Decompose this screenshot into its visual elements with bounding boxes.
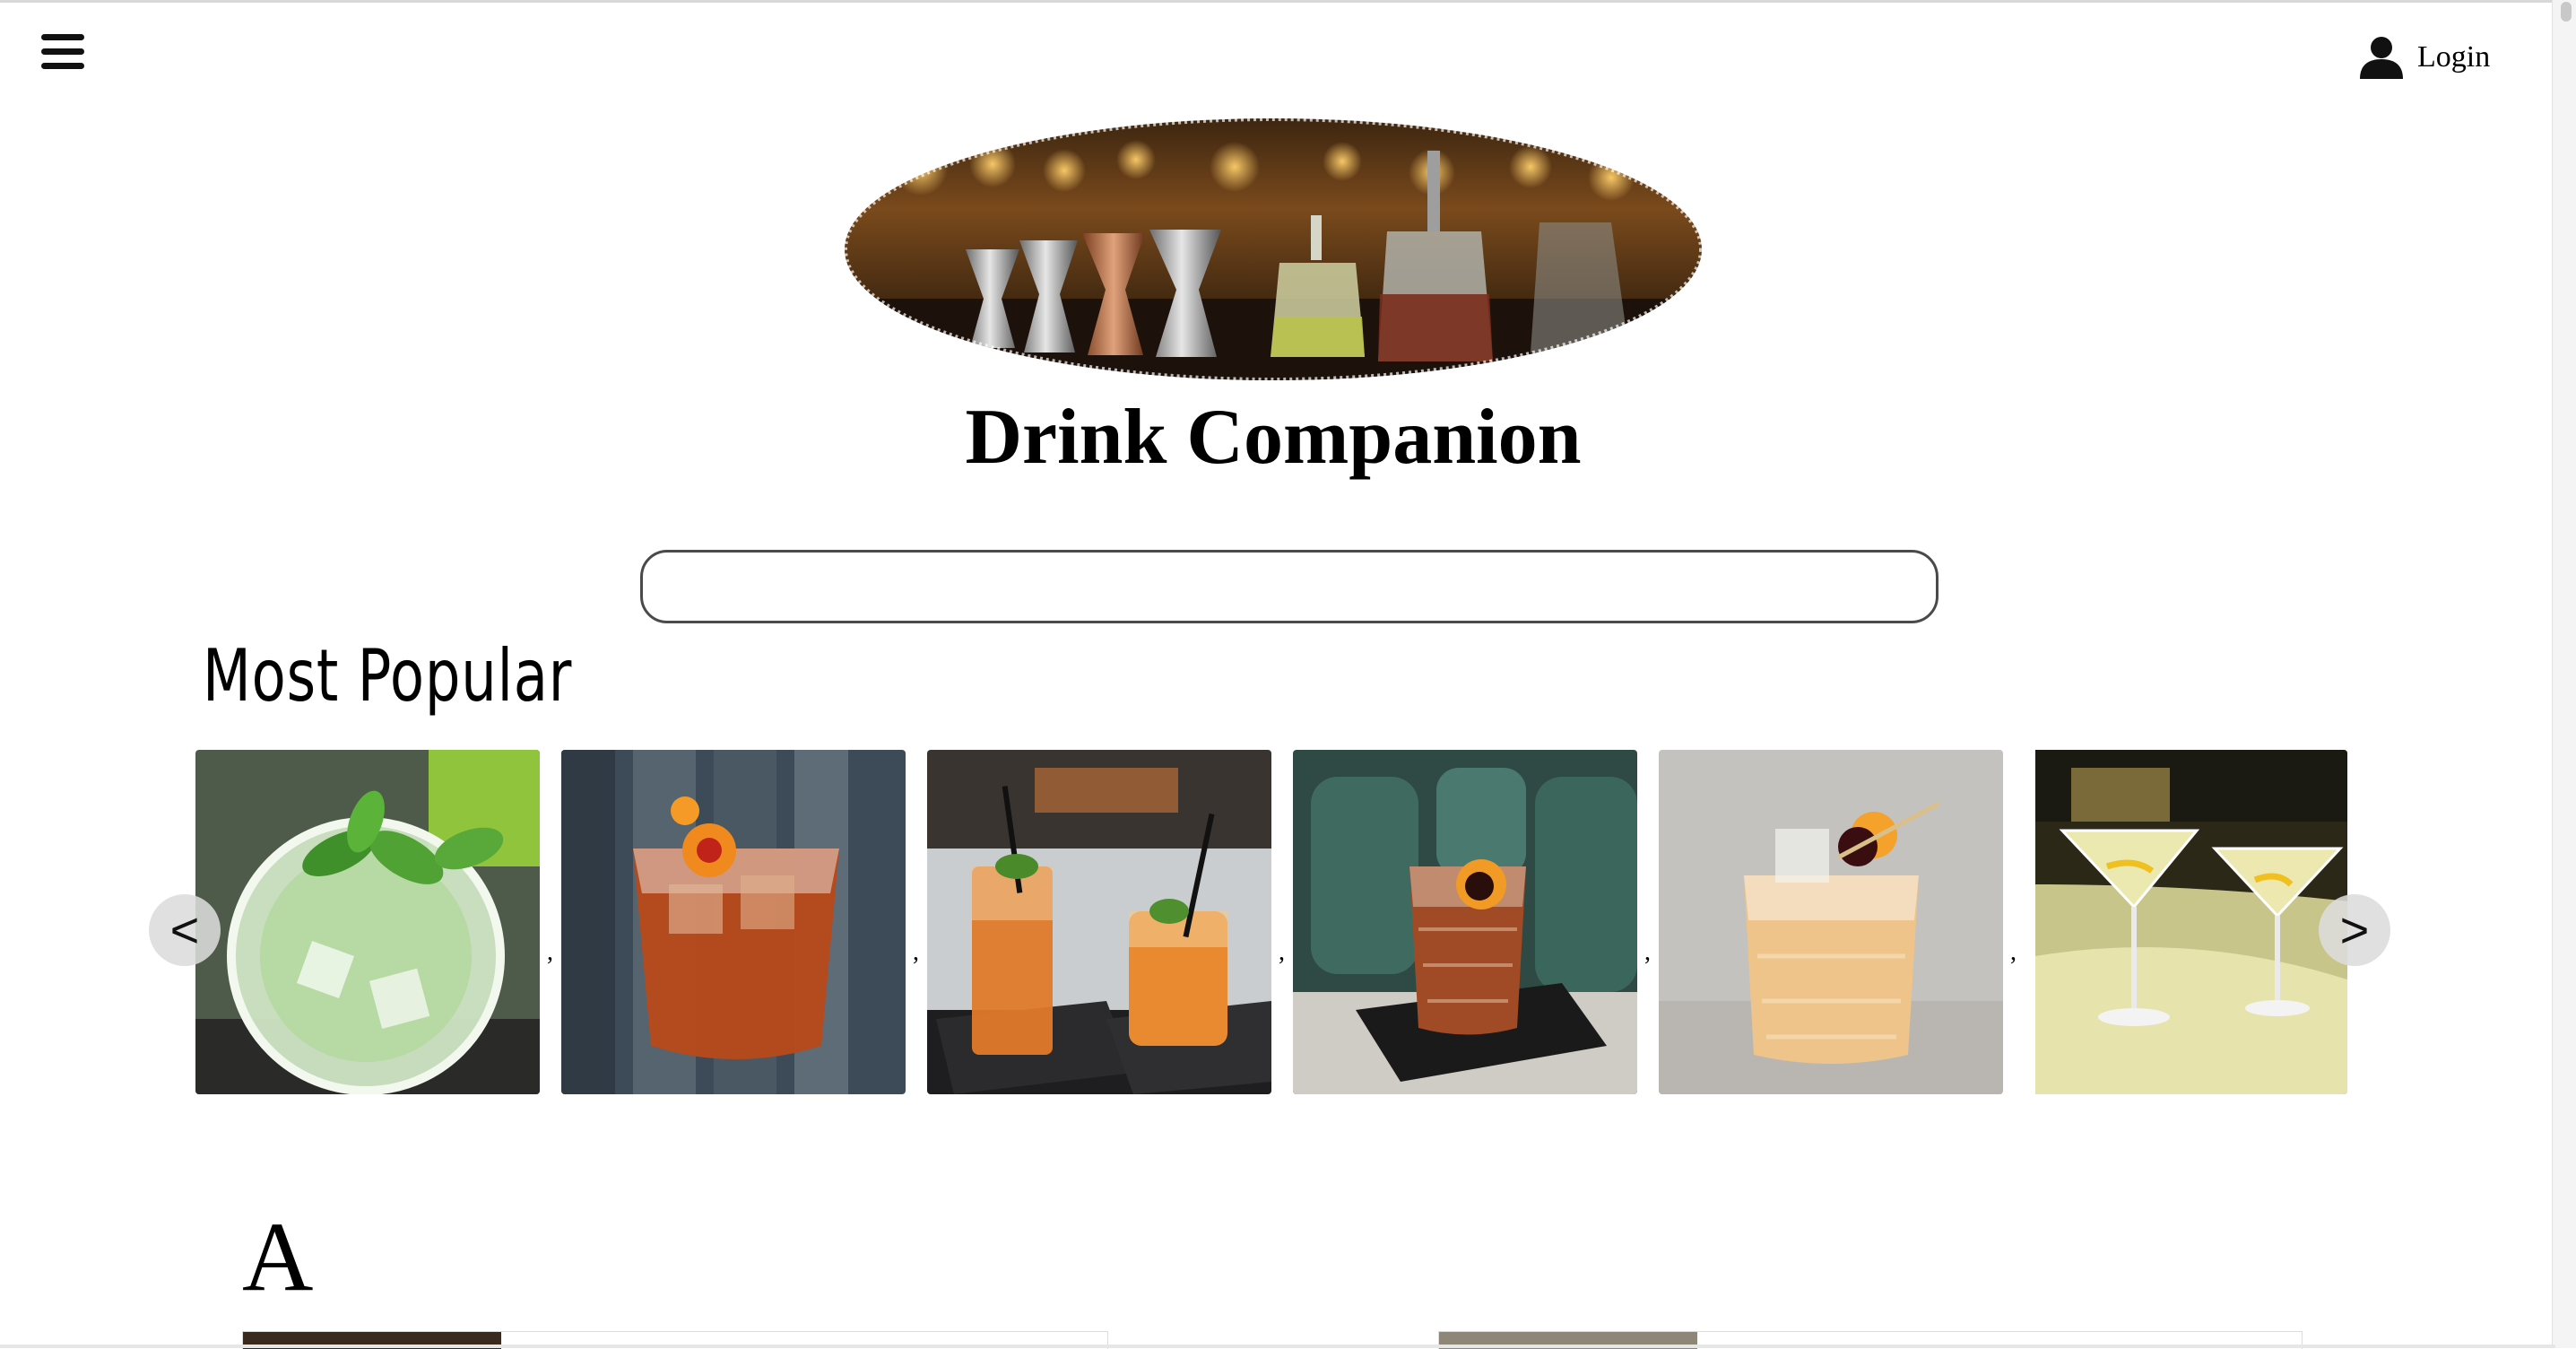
carousel-next-button[interactable]: > [2319,894,2390,966]
bottom-border [0,1345,2555,1348]
carousel-separator: , [547,938,553,966]
page-title: Drink Companion [965,394,1582,481]
negroni-photo [561,750,906,1094]
carousel-separator: , [2010,938,2017,966]
mojito-photo [195,750,540,1094]
scrollbar[interactable] [2552,0,2576,1348]
popular-carousel: , , , , , [195,750,2347,1094]
login-label: Login [2417,40,2491,74]
popular-card-mojito[interactable] [195,750,540,1094]
carousel-separator: , [1644,938,1651,966]
old-fashioned-photo [1293,750,1637,1094]
popular-card-whiskey-sour[interactable] [1659,750,2003,1094]
index-letter-heading: A [242,1202,314,1311]
scrollbar-thumb[interactable] [2561,2,2572,22]
popular-card-iced-cocktails[interactable] [927,750,1271,1094]
hamburger-menu-button[interactable] [36,25,90,79]
bar-tools-photo [842,116,1704,383]
login-button[interactable]: Login [2356,30,2490,84]
tall-iced-tea-cocktails-photo [927,750,1271,1094]
carousel-prev-button[interactable]: < [149,894,221,966]
top-border [0,0,2576,3]
hero-image [840,115,1707,384]
user-icon [2360,37,2403,79]
carousel-separator: , [1279,938,1285,966]
hamburger-icon [41,34,84,69]
popular-card-martini[interactable] [2025,750,2347,1094]
popular-card-negroni[interactable] [561,750,906,1094]
popular-card-old-fashioned[interactable] [1293,750,1637,1094]
carousel-separator: , [913,938,919,966]
most-popular-heading: Most Popular [203,634,573,718]
whiskey-sour-photo [1659,750,2003,1094]
martini-photo [2035,750,2347,1094]
search-input[interactable] [640,550,1939,623]
